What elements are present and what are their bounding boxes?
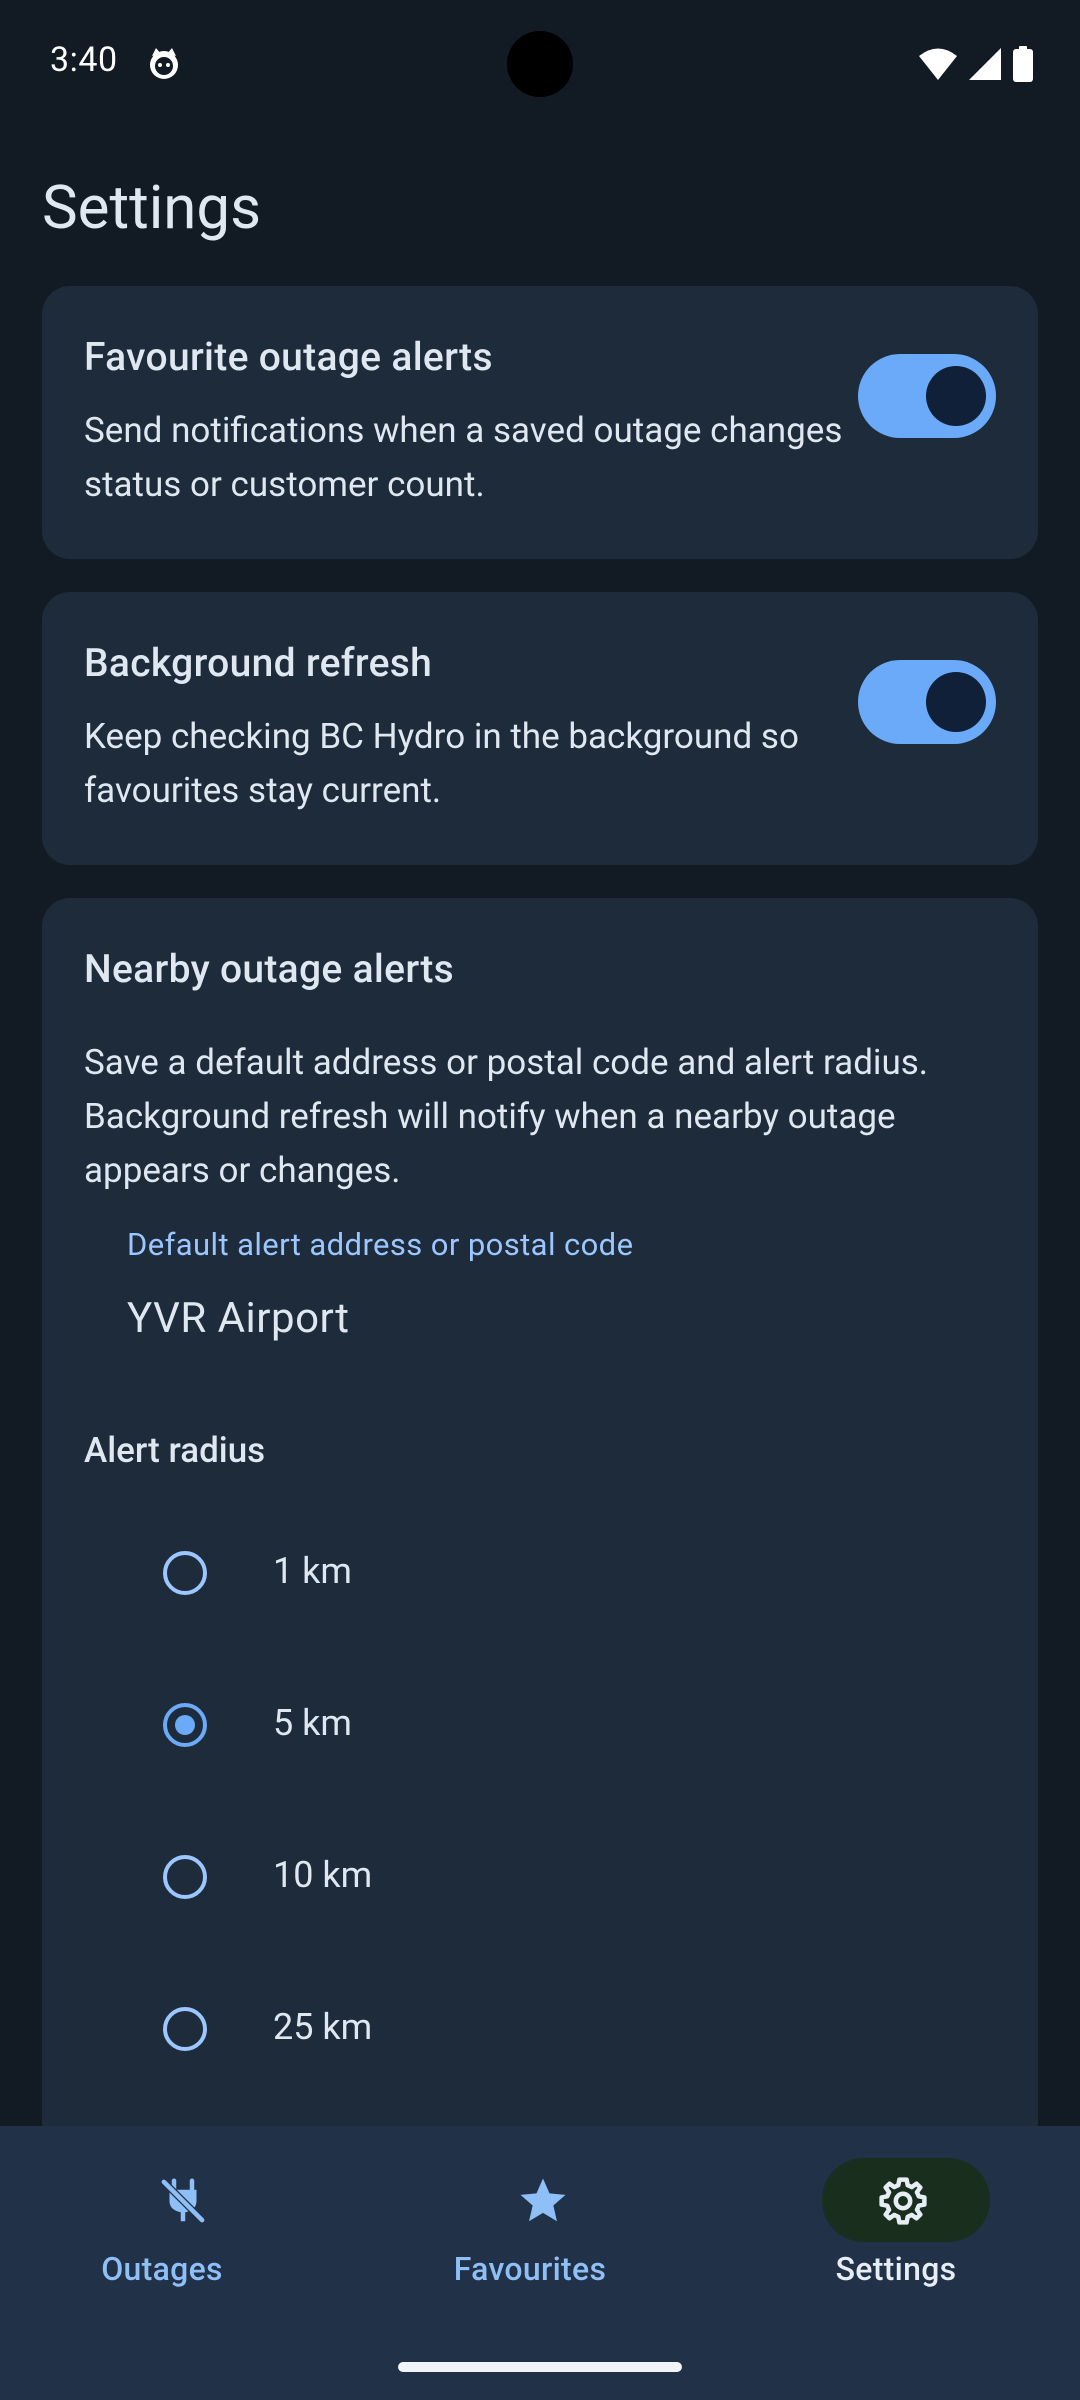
nav-label-settings: Settings xyxy=(835,2250,957,2288)
home-indicator[interactable] xyxy=(398,2362,682,2372)
camera-cutout xyxy=(507,31,573,97)
nav-item-outages[interactable]: Outages xyxy=(0,2126,360,2356)
radius-option-25km[interactable]: 25 km xyxy=(84,1980,984,2090)
nearby-alerts-title: Nearby outage alerts xyxy=(84,946,455,992)
radio-selected-dot xyxy=(175,1715,195,1735)
address-field-label: Default alert address or postal code xyxy=(127,1226,634,1263)
radius-option-label: 1 km xyxy=(273,1550,352,1592)
radio-button-selected[interactable] xyxy=(163,1703,207,1747)
favourite-alerts-description: Send notifications when a saved outage c… xyxy=(84,410,843,505)
status-bar: 3:40 xyxy=(0,0,1080,128)
favourite-alerts-title: Favourite outage alerts xyxy=(84,334,493,380)
favourite-alerts-toggle[interactable] xyxy=(858,354,996,438)
status-icons xyxy=(918,44,1034,84)
radio-button[interactable] xyxy=(163,1551,207,1595)
cat-face-icon xyxy=(150,48,178,79)
address-input[interactable]: YVR Airport xyxy=(127,1294,350,1343)
nav-item-favourites[interactable]: Favourites xyxy=(360,2126,720,2356)
radius-option-label: 25 km xyxy=(273,2006,373,2048)
background-refresh-description: Keep checking BC Hydro in the background… xyxy=(84,716,799,811)
settings-screen: 3:40 Settings Favourite outage alerts Se… xyxy=(0,0,1080,2400)
nav-item-settings[interactable]: Settings xyxy=(720,2126,1080,2356)
nav-label-favourites: Favourites xyxy=(453,2250,607,2288)
nearby-alerts-description: Save a default address or postal code an… xyxy=(84,1042,929,1191)
radius-option-label: 5 km xyxy=(273,1702,352,1744)
bottom-navigation: Outages Favourites Settings xyxy=(0,2126,1080,2400)
wifi-icon xyxy=(919,48,957,80)
radius-option-5km[interactable]: 5 km xyxy=(84,1676,984,1786)
page-title: Settings xyxy=(42,172,262,243)
cell-signal-icon xyxy=(969,48,1001,80)
radio-button[interactable] xyxy=(163,2007,207,2051)
power-off-plug-icon xyxy=(159,2177,207,2225)
radio-button[interactable] xyxy=(163,1855,207,1899)
toggle-knob xyxy=(926,672,986,732)
alert-radius-label: Alert radius xyxy=(84,1430,266,1471)
status-time: 3:40 xyxy=(50,40,118,80)
radius-option-10km[interactable]: 10 km xyxy=(84,1828,984,1938)
nav-label-outages: Outages xyxy=(101,2250,223,2288)
background-refresh-card[interactable]: Background refresh Keep checking BC Hydr… xyxy=(42,592,1038,865)
battery-icon xyxy=(1013,46,1033,82)
favourite-alerts-card[interactable]: Favourite outage alerts Send notificatio… xyxy=(42,286,1038,559)
toggle-knob xyxy=(926,366,986,426)
radius-option-1km[interactable]: 1 km xyxy=(84,1524,984,1634)
radius-option-label: 10 km xyxy=(273,1854,373,1896)
background-refresh-toggle[interactable] xyxy=(858,660,996,744)
gear-icon xyxy=(879,2177,927,2225)
background-refresh-title: Background refresh xyxy=(84,640,433,686)
star-icon xyxy=(520,2178,566,2222)
